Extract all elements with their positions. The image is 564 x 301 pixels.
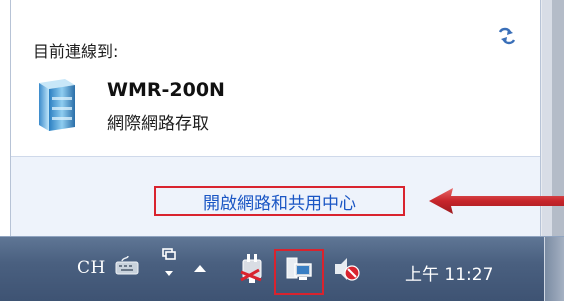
- network-access-status: 網際網路存取: [107, 114, 209, 134]
- keyboard-icon[interactable]: [114, 255, 140, 277]
- show-hidden-icons-icon[interactable]: [191, 261, 209, 275]
- open-network-sharing-center-link[interactable]: 開啟網路和共用中心: [154, 186, 405, 216]
- input-language-indicator[interactable]: CH: [77, 258, 106, 278]
- refresh-icon[interactable]: [496, 27, 518, 45]
- network-name: WMR-200N: [107, 79, 225, 101]
- taskbar: CH 上午 11:27: [0, 236, 564, 301]
- server-network-icon: [39, 79, 75, 131]
- volume-muted-icon[interactable]: [332, 256, 362, 282]
- network-icon[interactable]: [283, 254, 315, 286]
- red-left-arrow-icon: [429, 188, 564, 214]
- language-bar-icon[interactable]: [159, 247, 179, 281]
- system-clock[interactable]: 上午 11:27: [405, 260, 493, 285]
- power-plug-icon[interactable]: [237, 252, 267, 284]
- currently-connected-label: 目前連線到:: [33, 42, 119, 61]
- show-desktop-button[interactable]: [544, 237, 564, 301]
